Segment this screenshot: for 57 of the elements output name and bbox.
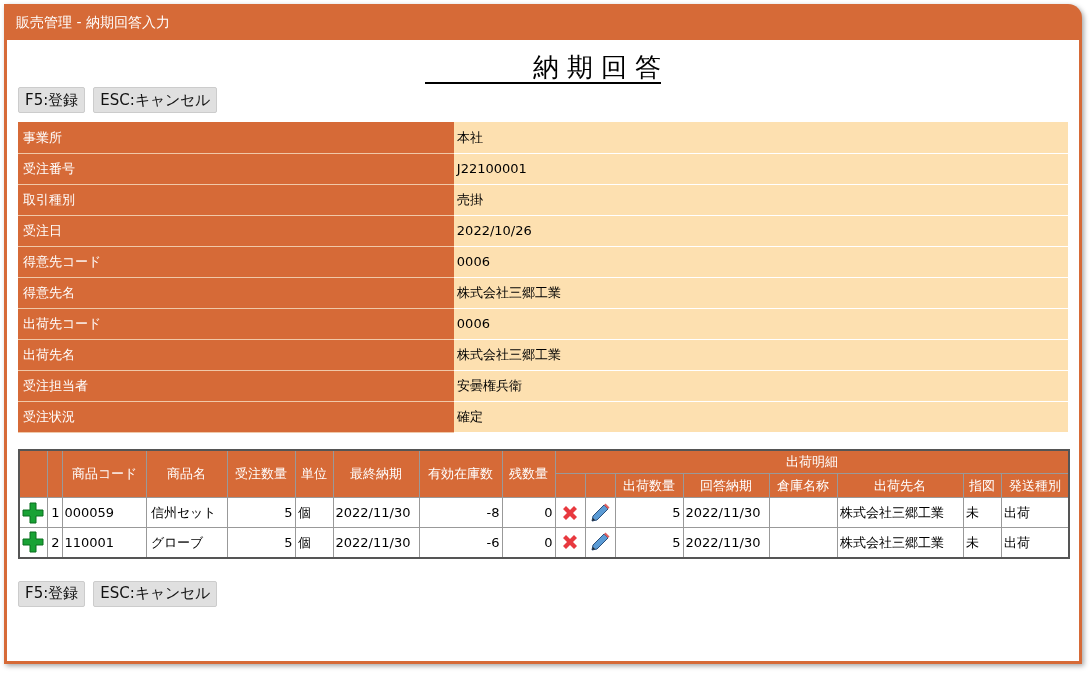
toolbar-button[interactable]: ESC:キャンセル (93, 87, 217, 113)
field-label: 受注状況 (18, 401, 454, 432)
table-cell: 個 (295, 527, 333, 558)
field-value: 0006 (453, 246, 1068, 277)
field-label: 受注担当者 (18, 370, 454, 401)
table-cell: 個 (295, 497, 333, 528)
field-value: 株式会社三郷工業 (453, 277, 1068, 308)
table-cell: 0 (502, 497, 555, 528)
add-icon[interactable] (22, 531, 45, 554)
toolbar-button[interactable]: F5:登録 (18, 87, 86, 113)
table-cell: 未 (963, 527, 1001, 558)
column-header: 有効在庫数 (419, 449, 502, 498)
table-cell: 株式会社三郷工業 (837, 527, 963, 558)
column-header: 出荷先名 (837, 473, 963, 498)
field-label: 受注番号 (18, 153, 454, 184)
field-label: 出荷先コード (18, 308, 454, 339)
window-title: 販売管理 - 納期回答入力 (15, 12, 171, 32)
column-header: 受注数量 (227, 449, 295, 498)
field-label: 事業所 (18, 122, 454, 153)
add-icon[interactable] (22, 501, 45, 524)
field-value: 安曇権兵衛 (453, 370, 1068, 401)
table-cell: 2022/11/30 (333, 497, 419, 528)
table-cell: -8 (419, 497, 502, 528)
column-header: 回答納期 (683, 473, 769, 498)
field-label: 出荷先名 (18, 339, 454, 370)
table-cell: 2022/11/30 (333, 527, 419, 558)
page-heading: 納 期 回 答 (424, 52, 662, 84)
table-cell: 未 (963, 497, 1001, 528)
field-value: 確定 (453, 401, 1068, 432)
pencil-icon[interactable] (589, 501, 611, 524)
field-label: 取引種別 (18, 184, 454, 215)
column-header: 商品名 (146, 449, 227, 498)
table-cell: 2022/11/30 (683, 497, 769, 528)
table-cell: 株式会社三郷工業 (837, 497, 963, 528)
toolbar-button[interactable]: F5:登録 (18, 580, 86, 607)
table-cell: 信州セット (146, 497, 227, 528)
table-cell: 2022/11/30 (683, 527, 769, 558)
column-header: 商品コード (62, 449, 146, 498)
field-value: J22100001 (453, 153, 1068, 184)
field-label: 得意先名 (18, 277, 454, 308)
table-cell: 5 (615, 497, 683, 528)
column-header: 単位 (295, 449, 333, 498)
group-header: 出荷明細 (555, 449, 1069, 474)
field-label: 受注日 (18, 215, 454, 246)
column-header: 残数量 (502, 449, 555, 498)
field-value: 株式会社三郷工業 (453, 339, 1068, 370)
table-cell: 000059 (62, 497, 146, 528)
field-label: 得意先コード (18, 246, 454, 277)
table-cell: 5 (227, 497, 295, 528)
pencil-icon[interactable] (589, 531, 611, 554)
toolbar-button[interactable]: ESC:キャンセル (93, 580, 217, 607)
field-value: 本社 (453, 122, 1068, 153)
row-number: 1 (47, 497, 62, 528)
field-value: 0006 (453, 308, 1068, 339)
field-value: 売掛 (453, 184, 1068, 215)
field-value: 2022/10/26 (453, 215, 1068, 246)
column-header: 最終納期 (333, 449, 419, 498)
